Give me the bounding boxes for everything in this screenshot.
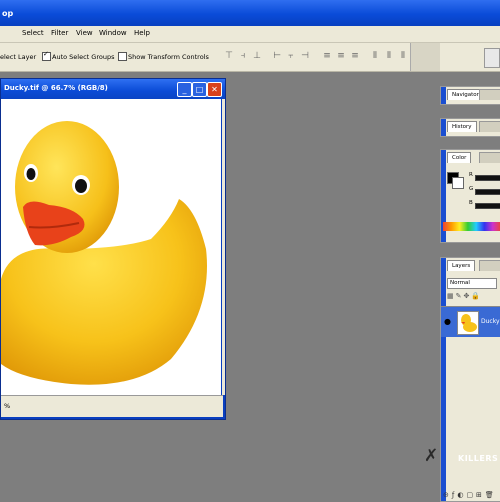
palette-well-button[interactable]: [484, 48, 500, 68]
panel-handle[interactable]: [441, 119, 446, 136]
red-slider[interactable]: [475, 175, 500, 181]
tab-channels[interactable]: [479, 260, 500, 271]
align-left-icon[interactable]: ⊢: [270, 49, 284, 63]
menu-bar: Select Filter View Window Help: [0, 26, 500, 43]
red-label: R: [469, 172, 473, 178]
document-status-bar: %: [1, 395, 223, 417]
tab-actions[interactable]: [479, 121, 500, 132]
tab-history[interactable]: History: [447, 121, 477, 132]
layer-thumbnail: [457, 311, 479, 335]
watermark-text: KILLERS: [458, 454, 499, 463]
layer-action-buttons[interactable]: ⊝ƒ◐▢⊞🗑: [443, 491, 497, 499]
minimize-icon[interactable]: _: [177, 82, 192, 97]
align-middle-icon[interactable]: ⫞: [236, 49, 250, 63]
menu-view[interactable]: View: [76, 29, 93, 37]
vertical-scrollbar[interactable]: [222, 99, 225, 395]
zoom-status[interactable]: %: [4, 402, 10, 410]
layer-row[interactable]: ● Ducky: [441, 306, 500, 337]
blend-mode-select[interactable]: Normal: [447, 278, 497, 289]
navigator-panel: Navigator: [440, 86, 500, 105]
align-bottom-icon[interactable]: ⊥: [250, 49, 264, 63]
distribute-right-icon[interactable]: ⦀: [396, 49, 410, 63]
document-window: Ducky.tif @ 66.7% (RGB/8) _ □ ✕ %: [0, 78, 226, 420]
menu-help[interactable]: Help: [134, 29, 150, 37]
close-icon[interactable]: ✕: [207, 82, 222, 97]
align-top-icon[interactable]: ⊤: [222, 49, 236, 63]
image-canvas[interactable]: [1, 99, 221, 395]
watermark-logo: ✗ KILLERS: [424, 446, 500, 468]
document-title-bar[interactable]: Ducky.tif @ 66.7% (RGB/8) _ □ ✕: [1, 79, 225, 99]
blue-label: B: [469, 200, 473, 206]
app-title: op: [2, 9, 14, 18]
color-panel: Color R G B: [440, 149, 500, 243]
color-spectrum-ramp[interactable]: [443, 222, 500, 231]
tab-color[interactable]: Color: [447, 152, 472, 163]
lock-icons[interactable]: ▦✎✥🔒: [447, 292, 497, 300]
blue-slider[interactable]: [475, 203, 500, 209]
history-panel: History: [440, 118, 500, 137]
tab-info[interactable]: [479, 89, 500, 100]
distribute-left-icon[interactable]: ⦀: [368, 49, 382, 63]
show-transform-controls-checkbox[interactable]: [118, 52, 127, 61]
app-title-bar: op: [0, 0, 500, 26]
green-label: G: [469, 186, 474, 192]
distribute-center-icon[interactable]: ⦀: [382, 49, 396, 63]
maximize-icon[interactable]: □: [192, 82, 207, 97]
document-title: Ducky.tif @ 66.7% (RGB/8): [4, 84, 108, 92]
green-slider[interactable]: [475, 189, 500, 195]
duck-thumbnail-icon: [461, 314, 477, 332]
menu-select[interactable]: Select: [22, 29, 44, 37]
tab-layers[interactable]: Layers: [447, 260, 476, 271]
logo-mark-icon: ✗: [424, 446, 439, 466]
layer-name[interactable]: Ducky: [481, 318, 500, 325]
distribute-top-icon[interactable]: ≡: [320, 49, 334, 63]
palette-well: [440, 43, 500, 71]
distribute-middle-icon[interactable]: ≡: [334, 49, 348, 63]
menu-window[interactable]: Window: [99, 29, 127, 37]
panel-handle[interactable]: [441, 87, 446, 104]
auto-select-groups-label: Auto Select Groups: [52, 53, 115, 61]
rubber-duck-image: [1, 121, 207, 385]
distribute-bottom-icon[interactable]: ≡: [348, 49, 362, 63]
align-right-icon[interactable]: ⊣: [298, 49, 312, 63]
align-center-icon[interactable]: ⫟: [284, 49, 298, 63]
tab-swatches[interactable]: [479, 152, 500, 163]
menu-filter[interactable]: Filter: [51, 29, 68, 37]
show-transform-controls-label: Show Transform Controls: [128, 53, 209, 61]
visibility-eye-icon[interactable]: ●: [444, 317, 451, 326]
select-layer-label: elect Layer: [0, 53, 37, 61]
auto-select-groups-checkbox[interactable]: [42, 50, 51, 61]
background-color-swatch[interactable]: [452, 177, 464, 189]
options-right-strip: [410, 43, 441, 71]
